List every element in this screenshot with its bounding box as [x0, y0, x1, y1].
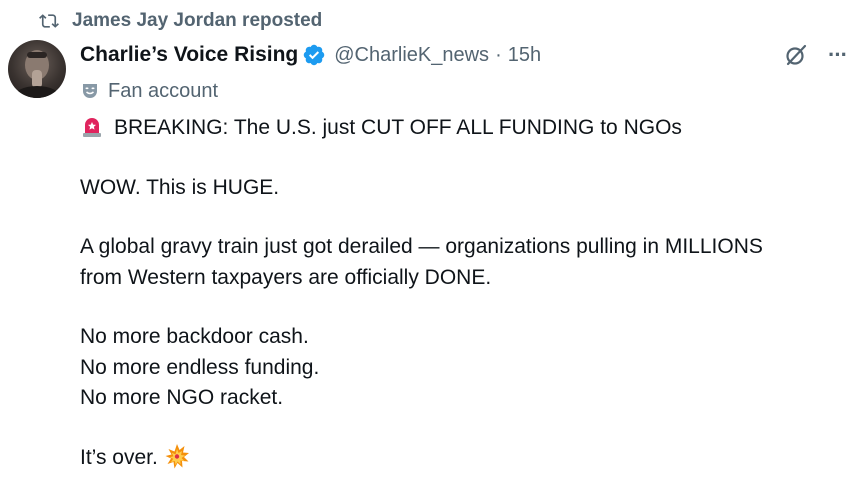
post-line-4: from Western taxpayers are officially DO…	[80, 265, 492, 289]
post-line-8-text: It’s over.	[80, 445, 158, 469]
more-options-icon[interactable]: ···	[828, 42, 848, 68]
avatar-image	[13, 50, 61, 98]
collision-icon	[165, 443, 189, 468]
repost-indicator[interactable]: James Jay Jordan reposted	[38, 8, 322, 34]
post-line-2: WOW. This is HUGE.	[80, 175, 280, 199]
post-line-7: No more NGO racket.	[80, 386, 284, 409]
post-line-3: A global gravy train just got derailed —…	[80, 235, 763, 258]
separator-dot: ·	[495, 43, 502, 66]
theater-mask-icon	[83, 84, 97, 98]
repost-text: James Jay Jordan reposted	[72, 10, 323, 31]
post-line-8: It’s over.	[80, 443, 837, 474]
post-timestamp[interactable]: 15h	[508, 44, 541, 67]
fan-account-label: Fan account	[80, 77, 218, 105]
author-display-name[interactable]: Charlie’s Voice Rising	[80, 43, 298, 67]
post-text: BREAKING: The U.S. just CUT OFF ALL FUND…	[80, 113, 837, 473]
author-handle[interactable]: @CharlieK_news	[334, 44, 489, 67]
fan-account-text: Fan account	[108, 79, 219, 102]
post-line-1: BREAKING: The U.S. just CUT OFF ALL FUND…	[80, 113, 837, 144]
post-line-6: No more endless funding.	[80, 355, 320, 379]
verified-badge-icon[interactable]	[302, 43, 326, 67]
post-line-5: No more backdoor cash.	[80, 325, 309, 348]
siren-icon	[83, 118, 101, 137]
grok-icon[interactable]	[784, 43, 808, 67]
avatar[interactable]	[8, 40, 66, 98]
repost-icon	[39, 14, 59, 28]
post-line-1-text: BREAKING: The U.S. just CUT OFF ALL FUND…	[114, 116, 682, 139]
tweet-header: Charlie’s Voice Rising @CharlieK_news · …	[80, 40, 848, 70]
